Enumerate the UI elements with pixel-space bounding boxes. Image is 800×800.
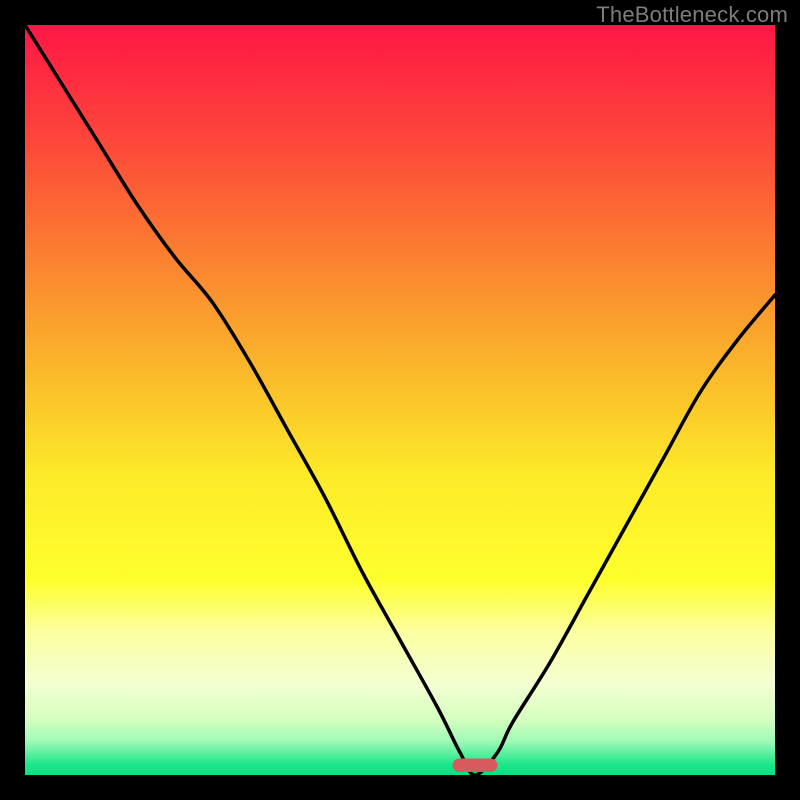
plot-area [25, 25, 775, 775]
watermark-text: TheBottleneck.com [596, 2, 788, 28]
chart-frame: TheBottleneck.com [0, 0, 800, 800]
optimum-marker [25, 25, 775, 775]
